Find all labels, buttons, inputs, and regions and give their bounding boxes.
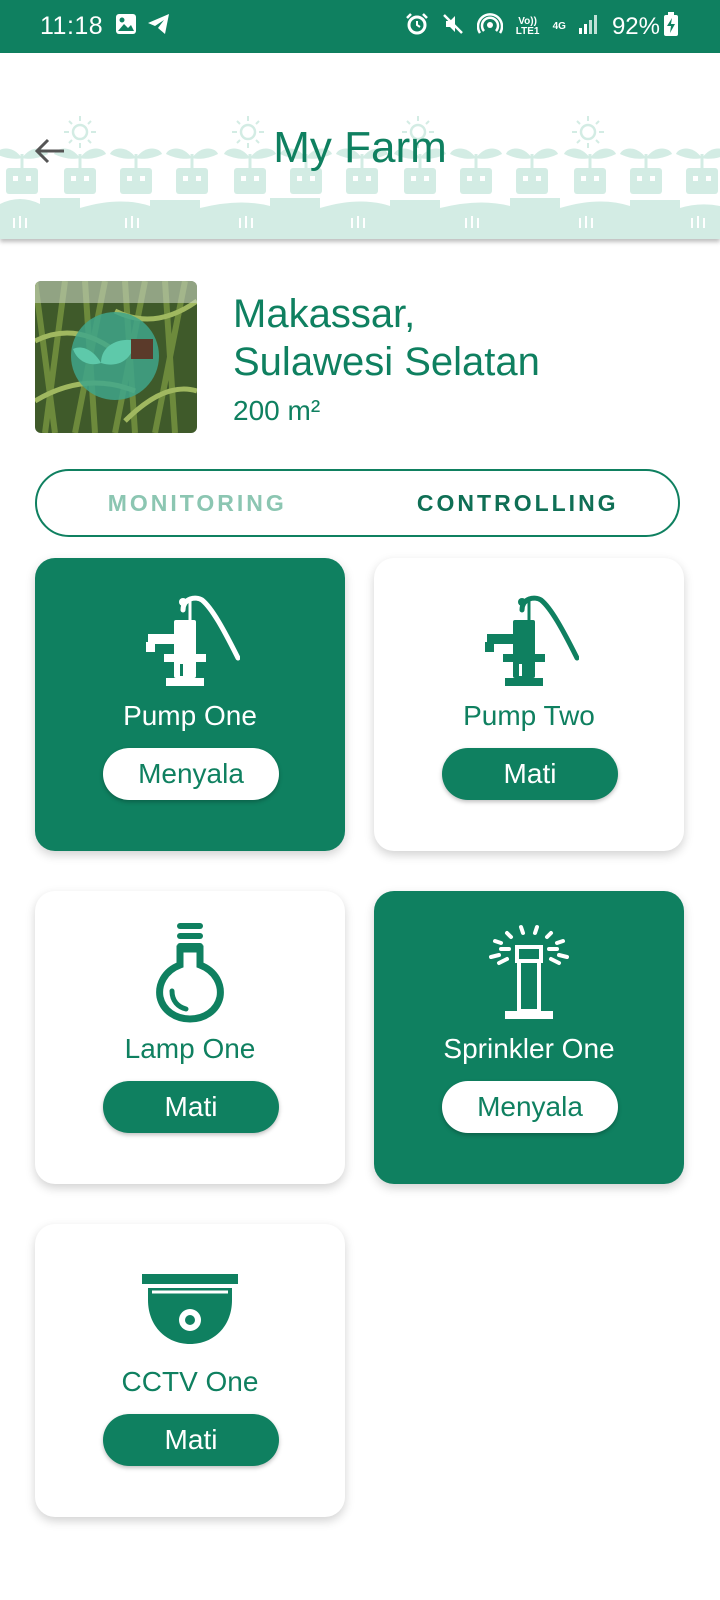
device-toggle-button[interactable]: Mati bbox=[442, 748, 618, 800]
status-bar: 11:18 Vo)) LTE1 4G 92% bbox=[0, 0, 720, 53]
device-name: Pump One bbox=[123, 700, 257, 731]
device-name: Lamp One bbox=[124, 1033, 256, 1064]
lightbulb-icon bbox=[140, 919, 240, 1029]
device-card-cctv-one[interactable]: CCTV One Mati bbox=[35, 1224, 345, 1517]
tab-monitoring[interactable]: MONITORING bbox=[37, 471, 358, 535]
gallery-icon bbox=[115, 13, 137, 40]
status-time: 11:18 bbox=[40, 12, 104, 40]
sprinkler-icon bbox=[479, 919, 579, 1029]
battery-charging-icon bbox=[664, 12, 678, 41]
mute-icon bbox=[441, 12, 465, 41]
signal-icon bbox=[578, 13, 600, 40]
device-toggle-button[interactable]: Mati bbox=[103, 1414, 279, 1466]
device-card-lamp-one[interactable]: Lamp One Mati bbox=[35, 891, 345, 1184]
tab-controlling[interactable]: CONTROLLING bbox=[358, 471, 679, 535]
cctv-camera-icon bbox=[140, 1252, 240, 1362]
water-pump-icon bbox=[479, 586, 580, 696]
device-card-pump-two[interactable]: Pump Two Mati bbox=[374, 558, 684, 851]
status-notification-icons bbox=[115, 13, 171, 40]
device-card-sprinkler-one[interactable]: Sprinkler One Menyala bbox=[374, 891, 684, 1184]
farm-city: Makassar, bbox=[233, 292, 416, 336]
network-type-label: 4G bbox=[552, 20, 566, 32]
status-system-icons: Vo)) LTE1 4G 92% bbox=[405, 11, 678, 42]
volte-label: Vo)) LTE1 bbox=[515, 15, 540, 37]
device-name: CCTV One bbox=[121, 1366, 259, 1397]
device-toggle-button[interactable]: Menyala bbox=[442, 1081, 618, 1133]
farm-photo bbox=[35, 281, 197, 433]
tab-switch: MONITORING CONTROLLING bbox=[35, 469, 680, 537]
app-header: My Farm bbox=[0, 53, 720, 239]
farm-area: 200 m² bbox=[233, 395, 321, 426]
farm-province: Sulawesi Selatan bbox=[233, 340, 540, 384]
device-name: Sprinkler One bbox=[443, 1033, 615, 1064]
hotspot-icon bbox=[476, 11, 503, 42]
water-pump-icon bbox=[140, 586, 241, 696]
device-toggle-button[interactable]: Menyala bbox=[103, 748, 279, 800]
farm-location: Makassar, Sulawesi Selatan bbox=[233, 290, 693, 386]
device-toggle-button[interactable]: Mati bbox=[103, 1081, 279, 1133]
device-card-pump-one[interactable]: Pump One Menyala bbox=[35, 558, 345, 851]
device-name: Pump Two bbox=[463, 700, 595, 731]
alarm-icon bbox=[405, 12, 429, 41]
telegram-icon bbox=[147, 13, 171, 40]
page-title: My Farm bbox=[273, 123, 447, 172]
battery-percent: 92% bbox=[611, 12, 660, 40]
